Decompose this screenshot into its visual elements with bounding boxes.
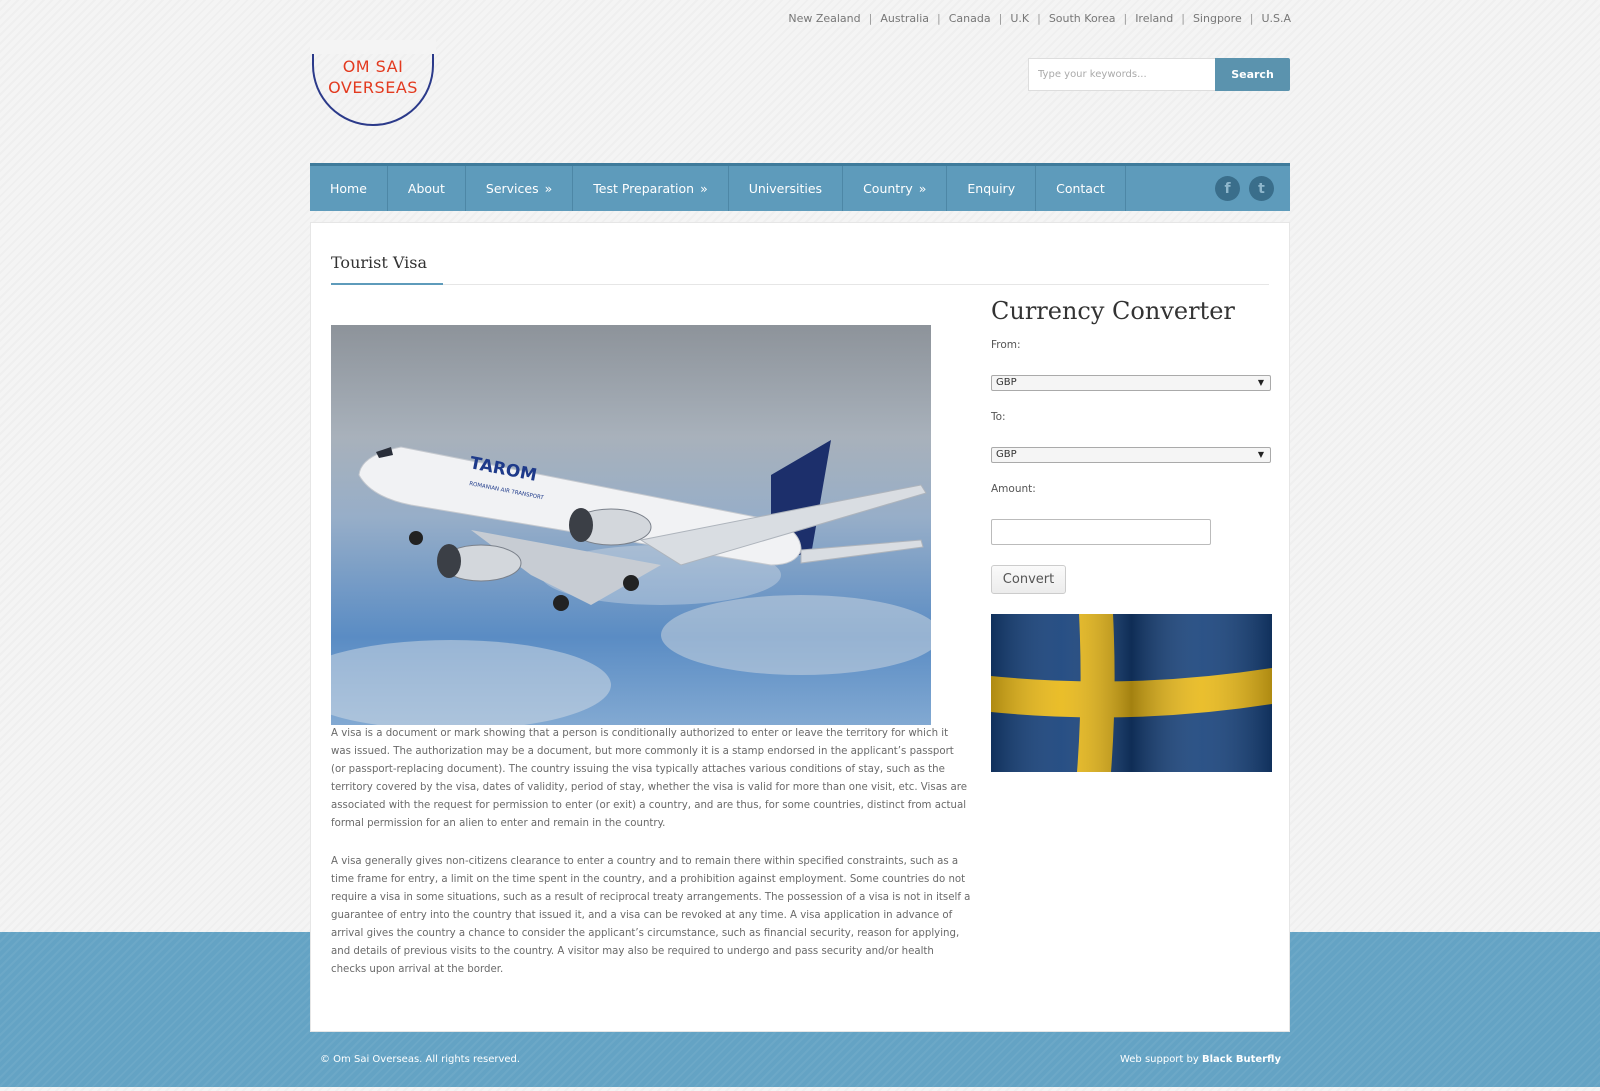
country-link[interactable]: South Korea bbox=[1049, 12, 1116, 25]
nav-item-label: Contact bbox=[1056, 181, 1105, 196]
content-panel: Tourist Visa TAROM ROMANIAN AIR TRANSPOR… bbox=[310, 222, 1290, 1032]
to-currency-value: GBP bbox=[996, 449, 1017, 460]
nav-item-contact[interactable]: Contact bbox=[1036, 166, 1126, 211]
nav-items: Home About Services » Test Preparation » Unive… bbox=[310, 166, 1126, 211]
visa-paragraph-1: A visa is a document or mark showing tha… bbox=[331, 728, 967, 829]
country-link[interactable]: Ireland bbox=[1135, 12, 1173, 25]
facebook-icon[interactable]: f bbox=[1215, 176, 1240, 201]
nav-item-label: Country bbox=[863, 181, 913, 196]
country-link[interactable]: Canada bbox=[949, 12, 991, 25]
flag-illustration bbox=[991, 614, 1272, 772]
separator: | bbox=[1249, 12, 1254, 25]
twitter-icon[interactable]: t bbox=[1249, 176, 1274, 201]
country-link[interactable]: U.S.A bbox=[1261, 12, 1291, 25]
submenu-arrow-icon: » bbox=[918, 181, 927, 196]
nav-item-enquiry[interactable]: Enquiry bbox=[947, 166, 1037, 211]
main-nav: Home About Services » Test Preparation » Unive… bbox=[310, 163, 1290, 211]
nav-item-label: About bbox=[407, 181, 445, 196]
web-support-text: Web support by Black Buterfly bbox=[1120, 1054, 1281, 1065]
amount-label: Amount: bbox=[991, 483, 1036, 495]
to-currency-select[interactable]: GBP ▼ bbox=[991, 447, 1271, 463]
airplane-image: TAROM ROMANIAN AIR TRANSPORT bbox=[331, 325, 931, 725]
to-label: To: bbox=[991, 411, 1006, 423]
converter-title: Currency Converter bbox=[991, 297, 1235, 325]
country-links: New Zealand | Australia | Canada | U.K | South K… bbox=[788, 12, 1291, 25]
country-link[interactable]: New Zealand bbox=[788, 12, 860, 25]
site-logo[interactable]: OM SAI OVERSEAS bbox=[312, 44, 434, 126]
separator: | bbox=[937, 12, 941, 25]
separator: | bbox=[1181, 12, 1185, 25]
submenu-arrow-icon: » bbox=[544, 181, 553, 196]
logo-mask bbox=[310, 40, 436, 54]
chevron-down-icon: ▼ bbox=[1257, 378, 1264, 387]
title-divider bbox=[331, 284, 1269, 285]
nav-item-home[interactable]: Home bbox=[310, 166, 388, 211]
nav-item-label: Test Preparation bbox=[593, 181, 695, 196]
chevron-down-icon: ▼ bbox=[1257, 450, 1264, 459]
country-link[interactable]: U.K bbox=[1010, 12, 1029, 25]
separator: | bbox=[868, 12, 873, 25]
from-currency-value: GBP bbox=[996, 377, 1017, 388]
sweden-flag-image bbox=[991, 614, 1272, 772]
nav-item-test-preparation[interactable]: Test Preparation » bbox=[573, 166, 729, 211]
nav-item-universities[interactable]: Universities bbox=[729, 166, 844, 211]
nav-item-label: Services bbox=[485, 181, 539, 196]
convert-button[interactable]: Convert bbox=[991, 565, 1066, 594]
search-button[interactable]: Search bbox=[1215, 58, 1290, 91]
airplane-illustration: TAROM ROMANIAN AIR TRANSPORT bbox=[331, 440, 931, 725]
nav-item-country[interactable]: Country » bbox=[843, 166, 948, 211]
separator: | bbox=[998, 12, 1003, 25]
search-input[interactable] bbox=[1028, 58, 1216, 91]
nav-item-label: Enquiry bbox=[967, 181, 1016, 196]
separator: | bbox=[1037, 12, 1041, 25]
country-link[interactable]: Singpore bbox=[1193, 12, 1242, 25]
title-underline bbox=[331, 283, 443, 285]
page-title: Tourist Visa bbox=[331, 253, 427, 272]
from-currency-select[interactable]: GBP ▼ bbox=[991, 375, 1271, 391]
nav-item-label: Universities bbox=[748, 181, 823, 196]
from-label: From: bbox=[991, 339, 1021, 351]
nav-item-label: Home bbox=[330, 181, 367, 196]
copyright-text: © Om Sai Overseas. All rights reserved. bbox=[320, 1054, 521, 1065]
submenu-arrow-icon: » bbox=[700, 181, 708, 196]
web-support-link[interactable]: Black Buterfly bbox=[1202, 1054, 1281, 1065]
nav-item-about[interactable]: About bbox=[388, 166, 466, 211]
visa-paragraph-2: A visa generally gives non-citizens clea… bbox=[331, 856, 971, 975]
logo-text: OM SAI OVERSEAS bbox=[328, 57, 418, 97]
social-links: f t bbox=[1215, 176, 1274, 201]
web-support-prefix: Web support by bbox=[1119, 1054, 1202, 1065]
nav-item-services[interactable]: Services » bbox=[466, 166, 574, 211]
separator: | bbox=[1123, 12, 1128, 25]
country-link[interactable]: Australia bbox=[880, 12, 929, 25]
amount-input[interactable] bbox=[991, 519, 1211, 545]
